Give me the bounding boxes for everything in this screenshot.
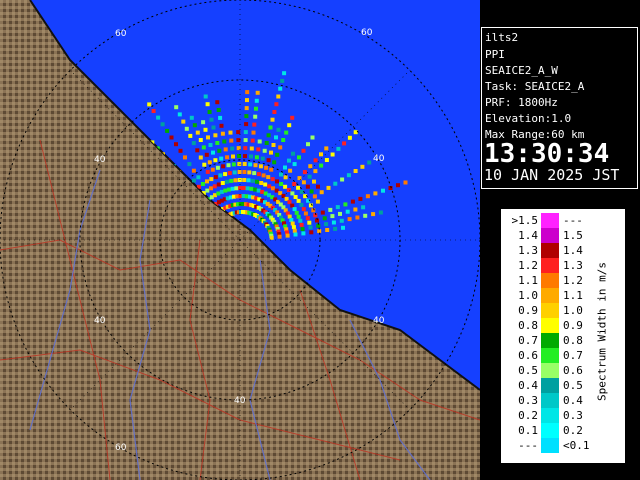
- site-name: ilts2: [485, 31, 519, 44]
- legend-swatch: [541, 363, 559, 378]
- legend-swatch: [541, 333, 559, 348]
- legend-title: Spectrum Width in m/s: [595, 261, 609, 402]
- ring-label-40-bottom: 40: [234, 396, 246, 406]
- prf-value: PRF: 1800Hz: [485, 96, 558, 109]
- legend-swatch: [541, 213, 559, 228]
- scan-time: 13:30:34: [484, 139, 610, 169]
- legend-high-label: ---: [563, 214, 583, 227]
- ring-label-40-right: 40: [373, 154, 385, 164]
- legend-high-label: 1.4: [563, 244, 583, 257]
- legend-low-label: 0.8: [518, 319, 538, 332]
- ring-label-40-left: 40: [94, 155, 106, 165]
- legend-low-label: >1.5: [511, 214, 539, 227]
- legend-high-label: 0.8: [563, 334, 583, 347]
- legend-swatch: [541, 423, 559, 438]
- legend-swatch: [541, 243, 559, 258]
- legend-swatch: [541, 318, 559, 333]
- task-name: Task: SEAICE2_A: [485, 80, 585, 93]
- legend-swatch: [541, 228, 559, 243]
- legend-low-label: 0.4: [518, 379, 538, 392]
- legend-high-label: 1.1: [563, 289, 583, 302]
- legend-low-label: 0.7: [518, 334, 538, 347]
- scan-info-panel: ilts2 PPI SEAICE2_A_W Task: SEAICE2_A PR…: [481, 27, 638, 189]
- legend-high-label: <0.1: [563, 439, 590, 452]
- legend-swatch: [541, 258, 559, 273]
- legend-swatch: [541, 348, 559, 363]
- legend-high-label: 0.5: [563, 379, 583, 392]
- color-legend: >1.5 --- 1.4 1.5 1.3 1.4 1.2 1.3 1.1 1.2 1.0 1.1 0.9…: [500, 208, 626, 464]
- legend-swatch: [541, 393, 559, 408]
- legend-low-label: 0.3: [518, 394, 538, 407]
- ring-label-40-right-low: 40: [373, 316, 385, 326]
- ring-label-60-bottomleft: 60: [115, 443, 127, 453]
- legend-low-label: 1.4: [518, 229, 538, 242]
- legend-high-label: 0.2: [563, 424, 583, 437]
- legend-low-label: 0.5: [518, 364, 538, 377]
- legend-swatch: [541, 408, 559, 423]
- legend-high-label: 1.0: [563, 304, 583, 317]
- product-type: PPI: [485, 48, 505, 61]
- legend-low-label: 1.2: [518, 259, 538, 272]
- legend-high-label: 0.9: [563, 319, 583, 332]
- elevation-value: Elevation:1.0: [485, 112, 572, 125]
- scan-name: SEAICE2_A_W: [485, 64, 558, 77]
- legend-low-label: 0.6: [518, 349, 538, 362]
- legend-low-label: 0.1: [518, 424, 538, 437]
- legend-low-label: 1.0: [518, 289, 538, 302]
- scan-date: 10 JAN 2025 JST: [484, 166, 620, 184]
- radar-ppi-map: 60 60 40 40 40 40 40 60: [0, 0, 480, 480]
- ring-label-40-top: 60: [361, 28, 373, 38]
- legend-low-label: 1.1: [518, 274, 538, 287]
- legend-high-label: 0.3: [563, 409, 583, 422]
- legend-high-label: 1.5: [563, 229, 583, 242]
- ring-label-40-left-low: 40: [94, 316, 106, 326]
- legend-swatch: [541, 438, 559, 453]
- legend-high-label: 1.2: [563, 274, 583, 287]
- legend-swatch: [541, 288, 559, 303]
- legend-high-label: 0.7: [563, 349, 583, 362]
- legend-low-label: 0.9: [518, 304, 538, 317]
- legend-swatch: [541, 303, 559, 318]
- legend-swatch: [541, 378, 559, 393]
- legend-low-label: ---: [518, 439, 538, 452]
- legend-high-label: 0.6: [563, 364, 583, 377]
- legend-swatch: [541, 273, 559, 288]
- legend-high-label: 1.3: [563, 259, 583, 272]
- legend-low-label: 1.3: [518, 244, 538, 257]
- ring-label-60-topleft: 60: [115, 29, 127, 39]
- legend-low-label: 0.2: [518, 409, 538, 422]
- legend-high-label: 0.4: [563, 394, 583, 407]
